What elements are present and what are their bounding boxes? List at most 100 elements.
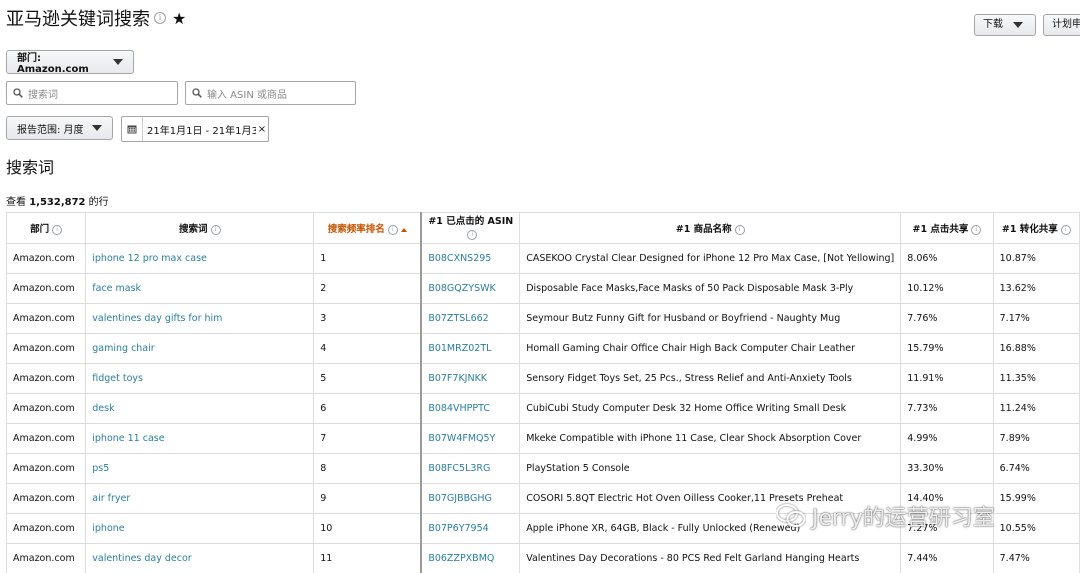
- asin-link[interactable]: B06ZZPXBMQ: [428, 553, 494, 564]
- product-name-cell: CASEKOO Crystal Clear Designed for iPhon…: [526, 253, 895, 264]
- product-name-cell: Disposable Face Masks,Face Masks of 50 P…: [519, 273, 902, 304]
- asin-cell: B07GJBBGHG: [421, 483, 521, 514]
- rank-cell: 11: [320, 553, 333, 564]
- product-name-cell: Sensory Fidget Toys Set, 25 Pcs., Stress…: [519, 363, 902, 394]
- col-rank-header[interactable]: 搜索频率排名 i: [313, 212, 423, 244]
- rank-cell: 9: [313, 483, 423, 514]
- click-share-cell: 7.73%: [907, 403, 938, 414]
- department-cell: Amazon.com: [5, 423, 87, 454]
- product-name-cell: Mkeke Compatible with iPhone 11 Case, Cl…: [519, 423, 902, 454]
- schedule-button[interactable]: 计划申: [1043, 14, 1080, 36]
- asin-link[interactable]: B07F7KJNKK: [428, 373, 487, 384]
- department-cell: Amazon.com: [13, 343, 75, 354]
- asin-link[interactable]: B01MRZ02TL: [428, 343, 491, 354]
- info-icon: i: [734, 224, 745, 235]
- asin-link[interactable]: B07P6Y7954: [428, 523, 488, 534]
- download-button[interactable]: 下载: [974, 14, 1036, 36]
- col-department-header[interactable]: 部门 i: [5, 212, 87, 244]
- search-term-link[interactable]: valentines day gifts for him: [92, 313, 222, 324]
- click-share-cell: 14.40%: [907, 493, 944, 504]
- conversion-share-cell: 15.99%: [999, 493, 1036, 504]
- star-icon[interactable]: ★: [172, 9, 186, 28]
- search-term-cell: face mask: [85, 273, 315, 304]
- asin-link[interactable]: B07W4FMQ5Y: [428, 433, 495, 444]
- search-terms-table: 部门 i 搜索词 i 搜索频率排名 i #1 已点击的 ASIN i #1 商品名称 i …: [5, 212, 1080, 573]
- col-search-term-header[interactable]: 搜索词 i: [85, 212, 315, 244]
- conversion-share-cell: 10.87%: [993, 243, 1080, 274]
- sort-ascending-icon: [400, 227, 407, 232]
- asin-link[interactable]: B08GQZYSWK: [428, 283, 495, 294]
- click-share-cell: 7.76%: [900, 303, 994, 334]
- asin-link[interactable]: B084VHPPTC: [428, 403, 490, 414]
- search-term-link[interactable]: iphone 12 pro max case: [92, 253, 207, 264]
- asin-cell: B08GQZYSWK: [421, 273, 521, 304]
- asin-link[interactable]: B07GJBBGHG: [428, 493, 492, 504]
- department-cell: Amazon.com: [5, 333, 87, 364]
- col-asin-header[interactable]: #1 已点击的 ASIN i: [421, 212, 521, 244]
- department-cell: Amazon.com: [5, 363, 87, 394]
- conversion-share-cell: 7.89%: [993, 423, 1080, 454]
- product-name-cell: CubiCubi Study Computer Desk 32 Home Off…: [526, 403, 847, 414]
- search-term-link[interactable]: iphone 11 case: [92, 433, 164, 444]
- rank-cell: 8: [320, 463, 327, 474]
- search-term-link[interactable]: fidget toys: [92, 373, 143, 384]
- search-term-cell: fidget toys: [85, 363, 315, 394]
- date-range-field[interactable]: 21年1月1日 - 21年1月31日 ×: [121, 116, 269, 142]
- table-row: Amazon.com face mask 2 B08GQZYSWK Disposable…: [5, 273, 1080, 304]
- table-row: Amazon.com valentines day decor 11 B06ZZPXB…: [5, 543, 1080, 573]
- search-term-link[interactable]: face mask: [92, 283, 141, 294]
- asin-link[interactable]: B08FC5L3RG: [428, 463, 490, 474]
- search-term-cell: ps5: [85, 453, 315, 484]
- calendar-icon[interactable]: [122, 117, 143, 141]
- search-term-link[interactable]: gaming chair: [92, 343, 154, 354]
- rank-cell: 5: [320, 373, 327, 384]
- page: 亚马逊关键词搜索 i ★ 下载 计划申 部门: Amazon.com 搜索词 输…: [0, 0, 1080, 573]
- search-term-link[interactable]: desk: [92, 403, 114, 414]
- product-name-cell: PlayStation 5 Console: [519, 453, 902, 484]
- department-cell: Amazon.com: [5, 543, 87, 573]
- search-term-link[interactable]: air fryer: [92, 493, 130, 504]
- asin-link[interactable]: B07ZTSL662: [428, 313, 488, 324]
- chevron-down-icon: [1013, 22, 1023, 28]
- rank-cell: 6: [320, 403, 327, 414]
- department-cell: Amazon.com: [5, 393, 87, 424]
- department-label: 部门: Amazon.com: [17, 53, 89, 75]
- section-title: 搜索词: [6, 158, 55, 177]
- department-cell: Amazon.com: [5, 513, 87, 544]
- info-icon: i: [971, 224, 982, 235]
- click-share-cell: 8.06%: [900, 243, 994, 274]
- table-row: Amazon.com ps5 8 B08FC5L3RG PlayStation 5 Co…: [5, 453, 1080, 484]
- product-name-cell: Valentines Day Decorations - 80 PCS Red …: [519, 543, 902, 573]
- conversion-share-cell: 7.47%: [993, 543, 1080, 573]
- search-term-link[interactable]: ps5: [92, 463, 109, 474]
- click-share-cell: 4.99%: [900, 423, 994, 454]
- department-cell: Amazon.com: [13, 283, 75, 294]
- report-range-select[interactable]: 报告范围: 月度: [6, 116, 113, 140]
- conversion-share-cell: 16.88%: [993, 333, 1080, 364]
- search-term-link[interactable]: iphone: [92, 523, 124, 534]
- col-click-share-header[interactable]: #1 点击共享 i: [900, 212, 994, 244]
- rank-cell: 7: [313, 423, 423, 454]
- click-share-cell: 8.06%: [907, 253, 938, 264]
- department-select[interactable]: 部门: Amazon.com: [6, 50, 134, 75]
- conversion-share-cell: 7.17%: [993, 303, 1080, 334]
- info-icon[interactable]: i: [154, 12, 166, 24]
- department-cell: Amazon.com: [5, 303, 87, 334]
- info-icon: i: [52, 224, 63, 235]
- asin-link[interactable]: B08CXNS295: [428, 253, 491, 264]
- col-conversion-share-header[interactable]: #1 转化共享 i: [993, 212, 1080, 244]
- product-name-cell: COSORI 5.8QT Electric Hot Oven Oilless C…: [519, 483, 902, 514]
- search-term-link[interactable]: valentines day decor: [92, 553, 191, 564]
- asin-search-input[interactable]: 输入 ASIN 或商品: [185, 81, 356, 105]
- col-product-label: #1 商品名称: [675, 224, 732, 235]
- asin-cell: B07F7KJNKK: [421, 363, 521, 394]
- click-share-cell: 10.12%: [907, 283, 944, 294]
- search-term-input[interactable]: 搜索词: [6, 81, 178, 105]
- col-conversion-share-label: #1 转化共享: [1001, 224, 1058, 235]
- clear-icon[interactable]: ×: [256, 124, 268, 135]
- product-name-cell: Apple iPhone XR, 64GB, Black - Fully Unl…: [526, 523, 801, 534]
- col-product-header[interactable]: #1 商品名称 i: [519, 212, 902, 244]
- department-cell: Amazon.com: [13, 553, 75, 564]
- click-share-cell: 4.99%: [907, 433, 938, 444]
- table-row: Amazon.com fidget toys 5 B07F7KJNKK Sensory …: [5, 363, 1080, 394]
